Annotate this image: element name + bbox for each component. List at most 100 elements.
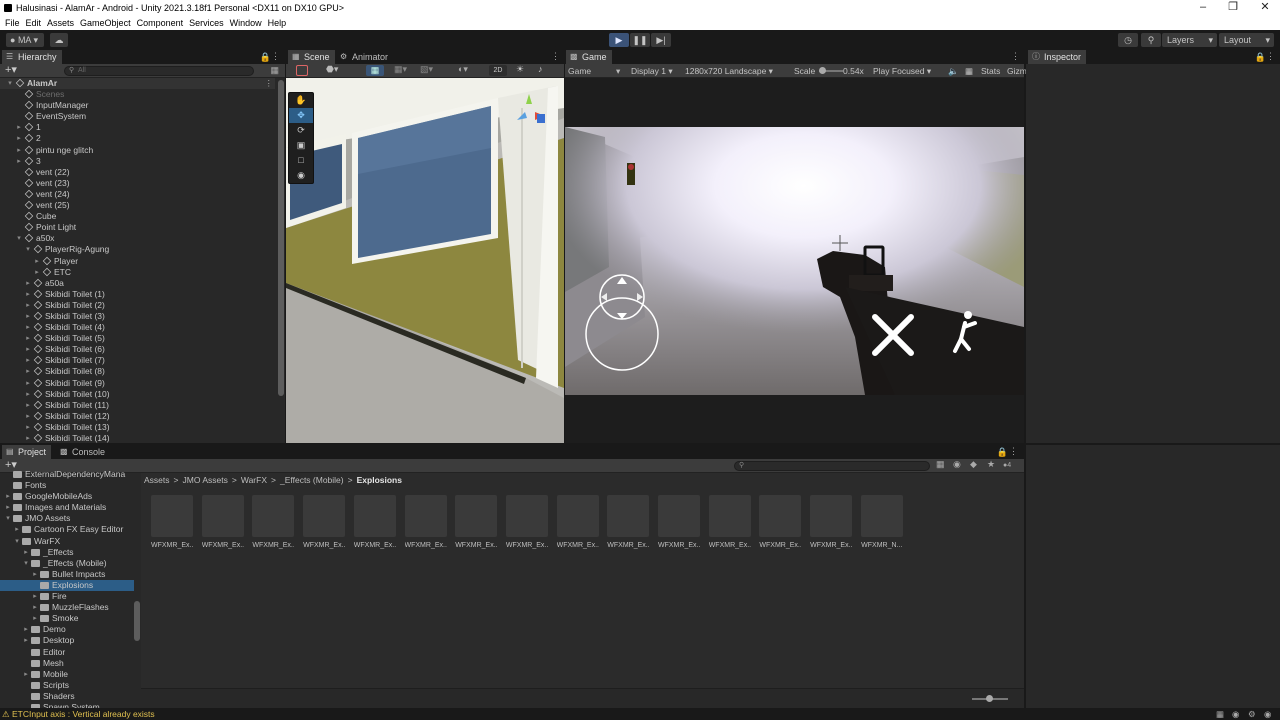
chevron-right-icon[interactable]: ▸	[13, 524, 21, 535]
hierarchy-scrollbar[interactable]	[278, 80, 284, 396]
more-menu-icon[interactable]: ⋮	[1011, 51, 1020, 62]
rotate-tool-icon[interactable]: ⟳	[289, 123, 313, 138]
game-mode-dropdown[interactable]: Game	[568, 64, 591, 78]
scene-root-item[interactable]: ▾ AlamAr ⋮	[0, 78, 275, 90]
tab-project[interactable]: ▤ Project	[2, 445, 52, 459]
chevron-down-icon[interactable]: ▾	[4, 513, 12, 524]
folder-item[interactable]: ▸ Fire	[0, 591, 134, 602]
asset-item[interactable]: WFXMR_Ex...	[505, 495, 548, 549]
hierarchy-item[interactable]: ▸ Skibidi Toilet (10)	[0, 389, 275, 400]
menu-gameobject[interactable]: GameObject	[77, 18, 134, 28]
folder-item[interactable]: ▾ _Effects (Mobile)	[0, 558, 134, 569]
maximize-button[interactable]: ❐	[1218, 0, 1248, 16]
move-tool-icon[interactable]: ✥	[289, 108, 313, 123]
hierarchy-item[interactable]: ▸ Skibidi Toilet (8)	[0, 366, 275, 377]
hierarchy-item[interactable]: ▸ Skibidi Toilet (9)	[0, 378, 275, 389]
chevron-right-icon[interactable]: ▸	[24, 322, 32, 333]
lock-icon[interactable]: 🔒	[1255, 52, 1266, 63]
hierarchy-item[interactable]: ▸ Skibidi Toilet (6)	[0, 344, 275, 355]
breadcrumb-item[interactable]: Assets	[144, 475, 170, 485]
hierarchy-item[interactable]: ▸ ETC	[0, 267, 275, 278]
folder-item[interactable]: Shaders	[0, 691, 134, 702]
chevron-down-icon[interactable]: ▾	[13, 536, 21, 547]
chevron-right-icon[interactable]: ▸	[24, 289, 32, 300]
folder-item[interactable]: Editor	[0, 647, 134, 658]
chevron-right-icon[interactable]: ▸	[15, 156, 23, 167]
chevron-down-icon[interactable]: ▾	[22, 558, 30, 569]
asset-item[interactable]: WFXMR_Ex...	[404, 495, 447, 549]
layout-dropdown[interactable]: Layout ▾	[1219, 33, 1274, 47]
hierarchy-item[interactable]: ▸ Skibidi Toilet (5)	[0, 333, 275, 344]
folder-item[interactable]: Scripts	[0, 680, 134, 691]
hidden-count-icon[interactable]: ●4	[1003, 459, 1011, 473]
chevron-right-icon[interactable]: ▸	[4, 502, 12, 513]
hierarchy-item[interactable]: ▸ Skibidi Toilet (14)	[0, 433, 275, 443]
chevron-down-icon[interactable]: ▾	[6, 78, 14, 89]
hierarchy-item[interactable]: ▸ Player	[0, 256, 275, 267]
history-icon[interactable]: ◷	[1118, 33, 1138, 47]
breadcrumb-item[interactable]: _Effects (Mobile)	[280, 475, 344, 485]
hierarchy-item[interactable]: ▸ Skibidi Toilet (3)	[0, 311, 275, 322]
pivot-icon[interactable]: ▧▾	[420, 64, 433, 75]
asset-item[interactable]: WFXMR_Ex...	[607, 495, 650, 549]
hierarchy-item[interactable]: ▸ 2	[0, 133, 275, 144]
scale-tool-icon[interactable]: ▣	[289, 138, 313, 153]
hierarchy-item[interactable]: ▸ Skibidi Toilet (2)	[0, 300, 275, 311]
layers-dropdown[interactable]: Layers ▾	[1162, 33, 1217, 47]
folder-item[interactable]: ▾ WarFX	[0, 536, 134, 547]
scale-slider[interactable]	[819, 67, 843, 74]
chevron-down-icon[interactable]: ▾	[24, 244, 32, 255]
menu-edit[interactable]: Edit	[23, 18, 45, 28]
audio-icon[interactable]: ♪	[538, 64, 543, 74]
gizmos-button[interactable]: Gizm	[1007, 64, 1027, 78]
chevron-right-icon[interactable]: ▸	[24, 311, 32, 322]
draw-mode-icon[interactable]	[296, 65, 308, 76]
tab-game[interactable]: ▩ Game	[566, 50, 612, 64]
folder-item[interactable]: Explosions	[0, 579, 134, 592]
step-button[interactable]: ▶|	[651, 33, 671, 47]
hierarchy-item[interactable]: ▾ a50x	[0, 233, 275, 244]
breadcrumb-item[interactable]: WarFX	[241, 475, 267, 485]
thumbnail-size-thumb[interactable]	[986, 695, 993, 702]
asset-item[interactable]: WFXMR_Ex...	[708, 495, 751, 549]
cloud-icon[interactable]: ☁	[50, 33, 68, 47]
asset-item[interactable]: WFXMR_Ex...	[252, 495, 295, 549]
folder-item[interactable]: ▸ MuzzleFlashes	[0, 602, 134, 613]
hierarchy-item[interactable]: vent (24)	[0, 189, 275, 200]
lock-icon[interactable]: 🔒	[997, 447, 1008, 458]
hierarchy-item[interactable]: ▸ Skibidi Toilet (12)	[0, 411, 275, 422]
thumbnail-size-slider[interactable]	[972, 695, 1008, 702]
folder-item[interactable]: ▸ GoogleMobileAds	[0, 491, 134, 502]
search-by-label-icon[interactable]: ◉	[953, 459, 961, 470]
2d-toggle-button[interactable]: 2D	[489, 65, 507, 76]
asset-item[interactable]: WFXMR_Ex...	[201, 495, 244, 549]
project-search-input[interactable]: ⚲	[734, 461, 930, 471]
menu-file[interactable]: File	[2, 18, 23, 28]
hierarchy-item[interactable]: ▸ Skibidi Toilet (11)	[0, 400, 275, 411]
snap-increment-icon[interactable]: ▦▾	[394, 64, 407, 75]
render-mode-icon[interactable]: ⬣▾	[326, 64, 338, 75]
chevron-right-icon[interactable]: ▸	[31, 569, 39, 580]
asset-item[interactable]: WFXMR_Ex...	[455, 495, 498, 549]
menu-help[interactable]: Help	[265, 18, 290, 28]
grid-snap-icon[interactable]: ▦	[366, 65, 384, 76]
search-icon[interactable]: ⚲	[1141, 33, 1161, 47]
menu-window[interactable]: Window	[227, 18, 265, 28]
asset-item[interactable]: WFXMR_Ex...	[658, 495, 700, 549]
chevron-right-icon[interactable]: ▸	[24, 278, 32, 289]
folder-item[interactable]: ▸ Demo	[0, 624, 134, 635]
hierarchy-item[interactable]: ▸ pintu nge glitch	[0, 145, 275, 156]
folder-item[interactable]: ▸ Desktop	[0, 635, 134, 646]
hierarchy-item[interactable]: EventSystem	[0, 111, 275, 122]
folder-item[interactable]: ▸ Cartoon FX Easy Editor	[0, 524, 134, 535]
chevron-right-icon[interactable]: ▸	[24, 344, 32, 355]
hierarchy-item[interactable]: ▾ PlayerRig-Agung	[0, 244, 275, 255]
hierarchy-item[interactable]: ▸ Skibidi Toilet (13)	[0, 422, 275, 433]
folder-item[interactable]: Fonts	[0, 480, 134, 491]
folder-item[interactable]: ExternalDependencyMana	[0, 469, 134, 480]
hierarchy-item[interactable]: vent (23)	[0, 178, 275, 189]
hierarchy-item[interactable]: ▸ Skibidi Toilet (7)	[0, 355, 275, 366]
chevron-right-icon[interactable]: ▸	[15, 145, 23, 156]
hand-tool-icon[interactable]: ✋	[289, 93, 313, 108]
lock-icon[interactable]: 🔒	[260, 52, 271, 63]
